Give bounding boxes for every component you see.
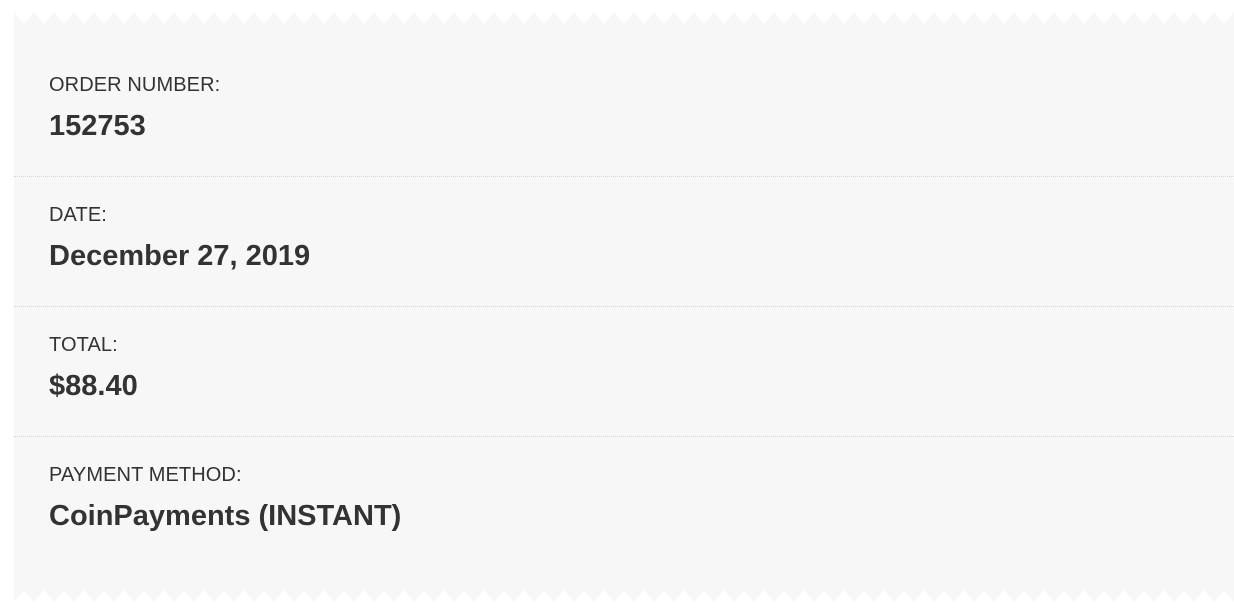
receipt-bottom-zigzag-edge <box>14 588 1234 602</box>
receipt-top-zigzag-edge <box>14 12 1234 26</box>
payment-method-label: PAYMENT METHOD: <box>49 464 242 486</box>
zigzag-edge-shape <box>14 12 1234 24</box>
zigzag-edge-shape <box>14 590 1234 602</box>
divider <box>14 306 1234 307</box>
order-number-value: 152753 <box>49 110 146 142</box>
total-label: TOTAL: <box>49 334 118 356</box>
divider <box>14 176 1234 177</box>
divider <box>14 436 1234 437</box>
date-label: DATE: <box>49 204 107 226</box>
date-value: December 27, 2019 <box>49 240 311 272</box>
payment-method-value: CoinPayments (INSTANT) <box>49 500 402 532</box>
order-number-label: ORDER NUMBER: <box>49 74 221 96</box>
order-receipt: ORDER NUMBER: 152753 DATE: December 27, … <box>14 12 1234 602</box>
total-value: $88.40 <box>49 370 138 402</box>
